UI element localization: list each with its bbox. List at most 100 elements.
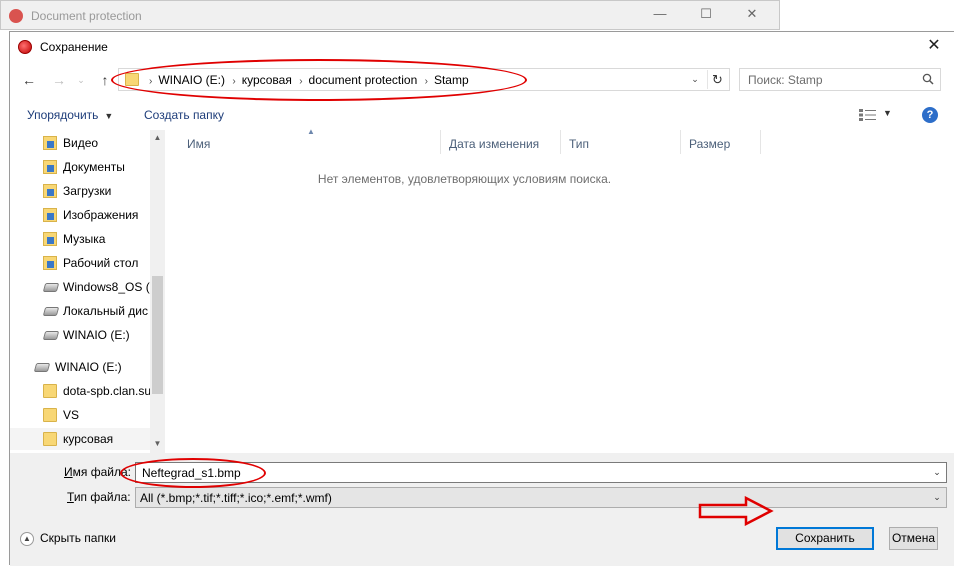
column-header-size[interactable]: Размер xyxy=(681,130,761,154)
cancel-button[interactable]: Отмена xyxy=(889,527,938,550)
breadcrumb-item[interactable]: курсовая xyxy=(242,73,292,87)
maximize-icon[interactable]: ☐ xyxy=(683,3,729,27)
search-icon[interactable] xyxy=(922,73,934,85)
breadcrumb-separator: › xyxy=(232,76,236,87)
sidebar-item-music[interactable]: Музыка xyxy=(10,228,150,250)
filename-combobox[interactable]: ⌄ xyxy=(135,462,947,483)
breadcrumb: › WINAIO (E:) › курсовая › document protect… xyxy=(145,73,469,87)
desktop-area xyxy=(780,0,954,30)
new-folder-button[interactable]: Создать папку xyxy=(144,108,224,122)
refresh-icon[interactable]: ↻ xyxy=(707,70,727,89)
back-button[interactable]: ← xyxy=(18,70,40,90)
chevron-down-icon[interactable]: ⌄ xyxy=(930,488,944,507)
address-bar[interactable]: › WINAIO (E:) › курсовая › document protect… xyxy=(118,68,730,91)
folder-icon xyxy=(125,73,139,86)
sidebar-item-winaio-root[interactable]: WINAIO (E:) xyxy=(10,356,150,378)
dialog-title: Сохранение xyxy=(40,40,108,54)
breadcrumb-separator: › xyxy=(299,76,303,87)
sidebar-item-label: курсовая xyxy=(63,432,114,446)
drive-icon xyxy=(42,331,60,340)
desktop-folder-icon xyxy=(43,256,57,270)
folder-icon xyxy=(43,408,57,422)
navigation-pane: Видео Документы Загрузки Изображения Муз… xyxy=(10,130,165,453)
column-header-type[interactable]: Тип xyxy=(561,130,681,154)
up-button[interactable]: ↑ xyxy=(94,70,116,90)
save-button[interactable]: Сохранить xyxy=(776,527,874,550)
column-header-date[interactable]: Дата изменения xyxy=(441,130,561,154)
filename-label: Имя файла: xyxy=(64,465,131,479)
breadcrumb-separator: › xyxy=(424,76,428,87)
search-box[interactable] xyxy=(739,68,941,91)
filetype-label-accesskey: Т xyxy=(67,490,74,504)
sidebar-item-pictures[interactable]: Изображения xyxy=(10,204,150,226)
pictures-folder-icon xyxy=(43,208,57,222)
breadcrumb-item[interactable]: WINAIO (E:) xyxy=(158,73,225,87)
chevron-down-icon[interactable]: ⌄ xyxy=(930,463,944,482)
sidebar-item-label: WINAIO (E:) xyxy=(55,360,122,374)
recent-locations-icon[interactable]: ⌄ xyxy=(70,70,92,90)
sidebar-item-local-disk[interactable]: Локальный дис xyxy=(10,300,150,322)
sidebar-item-label: VS xyxy=(63,408,80,422)
folder-icon xyxy=(43,432,57,446)
sidebar-item-dota[interactable]: dota-spb.clan.su xyxy=(10,380,150,402)
hide-folders-button[interactable]: ▲ Скрыть папки xyxy=(20,531,116,546)
documents-folder-icon xyxy=(43,160,57,174)
filetype-label: Тип файла: xyxy=(67,490,131,504)
sidebar-item-drive-e[interactable]: WINAIO (E:) xyxy=(10,324,150,346)
drive-icon xyxy=(42,283,60,292)
search-input[interactable] xyxy=(746,72,916,88)
nav-pane-scrollbar[interactable]: ▲ ▼ xyxy=(150,130,165,453)
dialog-close-button[interactable]: ✕ xyxy=(920,34,948,58)
forward-button[interactable]: → xyxy=(48,70,70,90)
sidebar-item-video[interactable]: Видео xyxy=(10,132,150,154)
save-options-area: Имя файла: ⌄ Тип файла: All (*.bmp;*.tif… xyxy=(10,453,954,566)
chevron-down-icon: ▼ xyxy=(104,111,114,121)
column-header-name[interactable]: Имя xyxy=(179,130,441,154)
breadcrumb-item[interactable]: document protection xyxy=(309,73,418,87)
filetype-label-text: ип файла: xyxy=(73,490,131,504)
drive-icon xyxy=(33,363,51,372)
sidebar-item-label: Загрузки xyxy=(63,184,112,198)
empty-results-message: Нет элементов, удовлетворяющих условиям … xyxy=(317,172,612,186)
annotation-arrow-icon xyxy=(698,496,774,526)
music-folder-icon xyxy=(43,232,57,246)
scroll-down-icon[interactable]: ▼ xyxy=(150,436,165,451)
app-logo-icon xyxy=(9,9,23,23)
view-dropdown-icon[interactable]: ▼ xyxy=(883,108,892,118)
breadcrumb-separator: › xyxy=(149,76,153,87)
breadcrumb-item[interactable]: Stamp xyxy=(434,73,469,87)
sidebar-item-label: dota-spb.clan.su xyxy=(63,384,150,398)
organize-button[interactable]: Упорядочить ▼ xyxy=(27,108,113,122)
drive-icon xyxy=(42,307,60,316)
organize-label: Упорядочить xyxy=(27,108,99,122)
sidebar-item-vs[interactable]: VS xyxy=(10,404,150,426)
scrollbar-thumb[interactable] xyxy=(152,276,163,394)
sidebar-item-label: Изображения xyxy=(63,208,139,222)
sidebar-item-desktop[interactable]: Рабочий стол xyxy=(10,252,150,274)
sidebar-item-kursovaya[interactable]: курсовая xyxy=(10,428,150,450)
filetype-select[interactable]: All (*.bmp;*.tif;*.tiff;*.ico;*.emf;*.wm… xyxy=(135,487,947,508)
sidebar-item-label: Музыка xyxy=(63,232,106,246)
sidebar-item-downloads[interactable]: Загрузки xyxy=(10,180,150,202)
filename-label-accesskey: И xyxy=(64,465,73,479)
hide-folders-label: Скрыть папки xyxy=(40,531,116,545)
filename-input[interactable] xyxy=(140,465,920,481)
chevron-up-icon: ▲ xyxy=(20,531,34,546)
dialog-title-bar[interactable]: Сохранение ✕ xyxy=(10,32,954,62)
background-window: Document protection — ☐ ✕ xyxy=(0,0,780,30)
view-options-icon[interactable] xyxy=(859,109,877,121)
sidebar-item-documents[interactable]: Документы xyxy=(10,156,150,178)
filetype-value: All (*.bmp;*.tif;*.tiff;*.ico;*.emf;*.wm… xyxy=(140,491,332,505)
address-dropdown-icon[interactable]: ⌄ xyxy=(687,70,703,89)
file-list: ▲ Имя Дата изменения Тип Размер Нет элем… xyxy=(167,127,954,453)
background-window-title: Document protection xyxy=(31,9,142,23)
scroll-up-icon[interactable]: ▲ xyxy=(150,130,165,145)
save-dialog: Сохранение ✕ ← → ⌄ ↑ › WINAIO (E:) › курсо… xyxy=(9,31,954,566)
sidebar-item-label: Рабочий стол xyxy=(63,256,139,270)
sidebar-item-drive-c[interactable]: Windows8_OS (C xyxy=(10,276,150,298)
help-icon[interactable]: ? xyxy=(922,107,938,123)
sidebar-item-label: Локальный дис xyxy=(63,304,148,318)
filename-label-text: мя файла: xyxy=(72,465,131,479)
minimize-icon[interactable]: — xyxy=(637,3,683,27)
background-close-icon[interactable]: ✕ xyxy=(729,3,775,27)
